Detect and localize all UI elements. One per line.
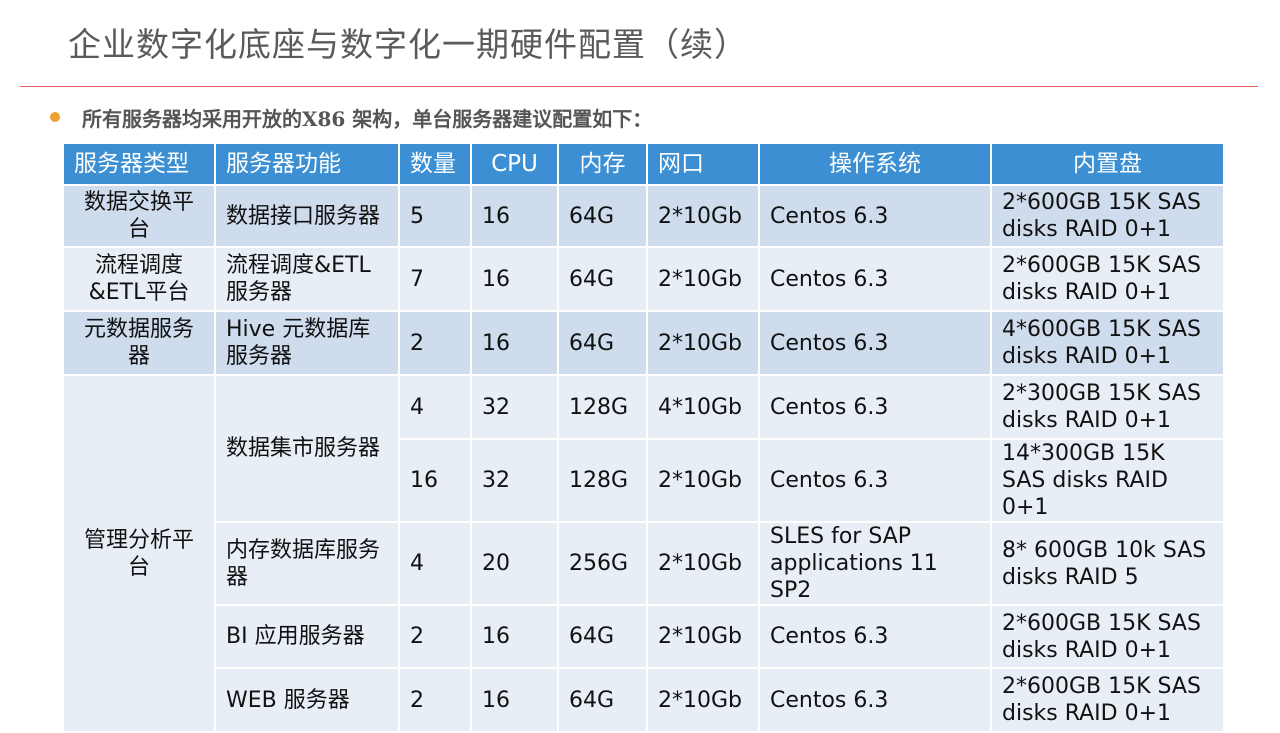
- column-header-type: 服务器类型: [64, 144, 216, 186]
- cell-disk: 2*300GB 15K SAS disks RAID 0+1: [991, 375, 1225, 440]
- table-row: 内存数据库服务器 4 20 256G 2*10Gb SLES for SAP a…: [64, 522, 1225, 606]
- cell-network: 2*10Gb: [647, 439, 760, 523]
- cell-network: 2*10Gb: [647, 522, 760, 606]
- cell-function: Hive 元数据库服务器: [215, 311, 400, 376]
- cell-qty: 2: [399, 311, 472, 376]
- cell-disk: 2*600GB 15K SAS disks RAID 0+1: [991, 605, 1225, 669]
- column-header-qty: 数量: [399, 144, 472, 186]
- cell-network: 2*10Gb: [647, 668, 760, 733]
- cell-type: 流程调度&ETL平台: [64, 247, 216, 312]
- cell-disk: 14*300GB 15K SAS disks RAID 0+1: [991, 439, 1225, 523]
- cell-type-merged: 管理分析平台: [64, 375, 216, 733]
- cell-function: WEB 服务器: [215, 668, 400, 733]
- table-row: WEB 服务器 2 16 64G 2*10Gb Centos 6.3 2*600…: [64, 668, 1225, 733]
- cell-os: SLES for SAP applications 11 SP2: [759, 522, 992, 606]
- cell-cpu: 16: [471, 311, 559, 376]
- cell-network: 2*10Gb: [647, 185, 760, 248]
- cell-qty: 4: [399, 522, 472, 606]
- cell-type: 数据交换平台: [64, 185, 216, 248]
- cell-function-merged: 数据集市服务器: [215, 375, 400, 523]
- column-header-network: 网口: [647, 144, 760, 186]
- table-row: 管理分析平台 数据集市服务器 4 32 128G 4*10Gb Centos 6…: [64, 375, 1225, 733]
- cell-os: Centos 6.3: [759, 375, 992, 440]
- column-header-function: 服务器功能: [215, 144, 400, 186]
- cell-memory: 128G: [558, 375, 648, 440]
- cell-qty: 2: [399, 605, 472, 669]
- cell-qty: 4: [399, 375, 472, 440]
- cell-function: 数据接口服务器: [215, 185, 400, 248]
- cell-os: Centos 6.3: [759, 185, 992, 248]
- column-header-cpu: CPU: [471, 144, 559, 186]
- table-row: BI 应用服务器 2 16 64G 2*10Gb Centos 6.3 2*60…: [64, 605, 1225, 669]
- cell-cpu: 32: [471, 375, 559, 440]
- cell-disk: 2*600GB 15K SAS disks RAID 0+1: [991, 247, 1225, 312]
- column-header-memory: 内存: [558, 144, 648, 186]
- cell-os: Centos 6.3: [759, 311, 992, 376]
- cell-cpu: 32: [471, 439, 559, 523]
- page-title: 企业数字化底座与数字化一期硬件配置（续）: [68, 25, 748, 64]
- column-header-os: 操作系统: [759, 144, 992, 186]
- cell-cpu: 16: [471, 605, 559, 669]
- bullet-item: 所有服务器均采用开放的X86 架构，单台服务器建议配置如下：: [50, 102, 652, 132]
- cell-cpu: 16: [471, 668, 559, 733]
- cell-memory: 64G: [558, 605, 648, 669]
- table-header-row: 服务器类型 服务器功能 数量 CPU 内存 网口 操作系统 内置盘: [64, 144, 1225, 186]
- cell-disk: 2*600GB 15K SAS disks RAID 0+1: [991, 668, 1225, 733]
- cell-disk: 4*600GB 15K SAS disks RAID 0+1: [991, 311, 1225, 376]
- cell-function: 流程调度&ETL服务器: [215, 247, 400, 312]
- cell-memory: 256G: [558, 522, 648, 606]
- cell-qty: 7: [399, 247, 472, 312]
- table-row: 流程调度&ETL平台 流程调度&ETL服务器 7 16 64G 2*10Gb C…: [64, 247, 1225, 312]
- cell-cpu: 16: [471, 247, 559, 312]
- cell-os: Centos 6.3: [759, 247, 992, 312]
- cell-network: 2*10Gb: [647, 247, 760, 312]
- cell-type: 元数据服务器: [64, 311, 216, 376]
- cell-memory: 64G: [558, 247, 648, 312]
- bullet-dot-icon: [50, 112, 60, 122]
- table-row: 数据交换平台 数据接口服务器 5 16 64G 2*10Gb Centos 6.…: [64, 185, 1225, 248]
- cell-memory: 64G: [558, 311, 648, 376]
- cell-function: BI 应用服务器: [215, 605, 400, 669]
- bullet-text: 所有服务器均采用开放的X86 架构，单台服务器建议配置如下：: [82, 106, 653, 131]
- cell-memory: 128G: [558, 439, 648, 523]
- cell-memory: 64G: [558, 668, 648, 733]
- table-row: 元数据服务器 Hive 元数据库服务器 2 16 64G 2*10Gb Cent…: [64, 311, 1225, 376]
- cell-os: Centos 6.3: [759, 668, 992, 733]
- cell-os: Centos 6.3: [759, 605, 992, 669]
- cell-os: Centos 6.3: [759, 439, 992, 523]
- cell-function: 内存数据库服务器: [215, 522, 400, 606]
- cell-qty: 5: [399, 185, 472, 248]
- title-divider: [20, 86, 1258, 87]
- cell-qty: 2: [399, 668, 472, 733]
- cell-qty: 16: [399, 439, 472, 523]
- hardware-config-table: 服务器类型 服务器功能 数量 CPU 内存 网口 操作系统 内置盘 数据交换平台…: [64, 144, 1225, 733]
- cell-memory: 64G: [558, 185, 648, 248]
- cell-cpu: 16: [471, 185, 559, 248]
- cell-network: 2*10Gb: [647, 605, 760, 669]
- cell-disk: 8* 600GB 10k SAS disks RAID 5: [991, 522, 1225, 606]
- column-header-disk: 内置盘: [991, 144, 1225, 186]
- cell-cpu: 20: [471, 522, 559, 606]
- cell-disk: 2*600GB 15K SAS disks RAID 0+1: [991, 185, 1225, 248]
- cell-network: 2*10Gb: [647, 311, 760, 376]
- cell-network: 4*10Gb: [647, 375, 760, 440]
